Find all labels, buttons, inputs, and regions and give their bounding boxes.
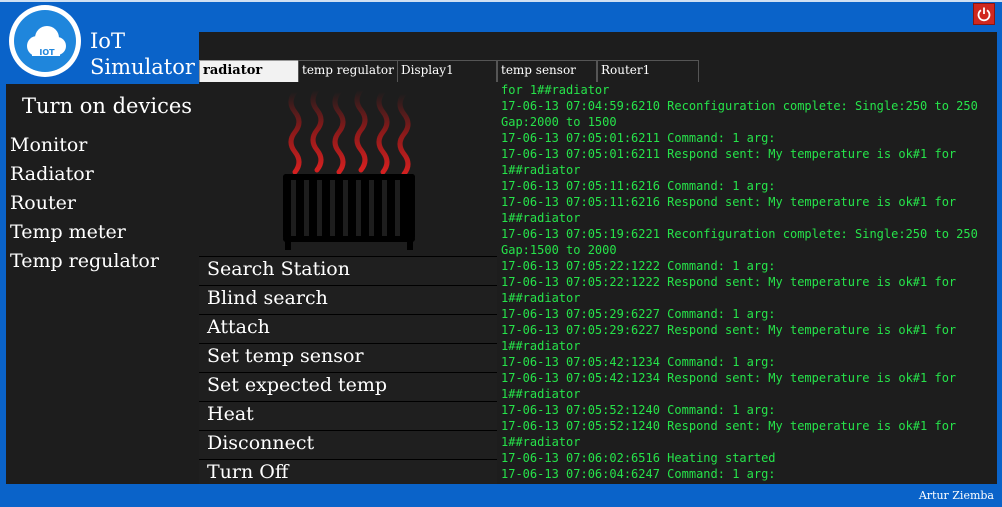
- log-line: 17-06-13 07:05:42:1234 Respond sent: My …: [501, 371, 964, 401]
- window-top-border: [0, 0, 1002, 2]
- log-line: 17-06-13 07:05:29:6227 Respond sent: My …: [501, 323, 964, 353]
- log-line: 17-06-13 07:05:11:6216 Command: 1 arg:: [501, 179, 776, 193]
- log-line: 17-06-13 07:05:42:1234 Command: 1 arg:: [501, 355, 776, 369]
- tab-temp-sensor[interactable]: temp sensor: [497, 60, 597, 82]
- search-station-button[interactable]: Search Station: [199, 256, 497, 285]
- blind-search-button[interactable]: Blind search: [199, 285, 497, 314]
- attach-button[interactable]: Attach: [199, 314, 497, 343]
- log-line: 17-06-13 07:05:29:6227 Command: 1 arg:: [501, 307, 776, 321]
- log-line: 17-06-13 07:06:02:6516 Heating started: [501, 451, 776, 465]
- tab-radiator[interactable]: radiator: [199, 60, 299, 82]
- disconnect-button[interactable]: Disconnect: [199, 430, 497, 459]
- power-icon: [977, 7, 991, 22]
- app-title-line2: Simulator: [90, 55, 195, 79]
- event-log[interactable]: for 1##radiator 17-06-13 07:04:59:6210 Re…: [499, 82, 979, 484]
- set-temp-sensor-button[interactable]: Set temp sensor: [199, 343, 497, 372]
- device-tabs: radiator temp regulator Display1 temp se…: [199, 60, 997, 82]
- sidebar-item-temp-regulator[interactable]: Temp regulator: [10, 250, 159, 272]
- tab-router1[interactable]: Router1: [597, 60, 699, 82]
- tab-header-area: [199, 32, 997, 60]
- device-panel: Search Station Blind search Attach Set t…: [199, 82, 997, 488]
- device-actions: Search Station Blind search Attach Set t…: [199, 256, 497, 488]
- status-bar: Artur Ziemba: [0, 484, 1002, 507]
- cloud-icon: IOT: [27, 26, 66, 57]
- log-line: 17-06-13 07:05:01:6211 Command: 1 arg:: [501, 131, 776, 145]
- log-line: 17-06-13 07:05:22:1222 Command: 1 arg:: [501, 259, 776, 273]
- power-button[interactable]: [973, 3, 995, 25]
- log-line: 17-06-13 07:05:19:6221 Reconfiguration c…: [501, 227, 978, 257]
- device-image: [199, 82, 497, 256]
- sidebar-item-radiator[interactable]: Radiator: [10, 163, 94, 185]
- log-line: 17-06-13 07:05:01:6211 Respond sent: My …: [501, 147, 964, 177]
- log-line: for 1##radiator: [501, 83, 610, 97]
- log-line: 17-06-13 07:05:11:6216 Respond sent: My …: [501, 195, 964, 225]
- log-line: 17-06-13 07:06:04:6247 Command: 1 arg:: [501, 467, 776, 481]
- log-scrollbar[interactable]: [983, 82, 997, 484]
- logo-text: IOT: [39, 48, 55, 57]
- tab-display1[interactable]: Display1: [397, 60, 497, 82]
- log-line: 17-06-13 07:05:52:1240 Command: 1 arg:: [501, 403, 776, 417]
- tab-temp-regulator[interactable]: temp regulator: [298, 60, 398, 82]
- app-title-line1: IoT: [90, 29, 125, 53]
- log-line: 17-06-13 07:05:52:1240 Respond sent: My …: [501, 419, 964, 449]
- heat-button[interactable]: Heat: [199, 401, 497, 430]
- log-line: 17-06-13 07:04:59:6210 Reconfiguration c…: [501, 99, 978, 129]
- sidebar-item-temp-meter[interactable]: Temp meter: [10, 221, 126, 243]
- sidebar-item-monitor[interactable]: Monitor: [10, 134, 87, 156]
- app-logo: IOT: [9, 5, 81, 77]
- sidebar-item-router[interactable]: Router: [10, 192, 76, 214]
- radiator-heating-icon: [283, 87, 415, 250]
- author-credit: Artur Ziemba: [918, 489, 994, 502]
- sidebar-heading: Turn on devices: [22, 94, 193, 118]
- app-title: IoT Simulator: [90, 28, 195, 80]
- sidebar: Turn on devices Monitor Radiator Router …: [6, 84, 199, 484]
- set-expected-temp-button[interactable]: Set expected temp: [199, 372, 497, 401]
- log-line: 17-06-13 07:05:22:1222 Respond sent: My …: [501, 275, 964, 305]
